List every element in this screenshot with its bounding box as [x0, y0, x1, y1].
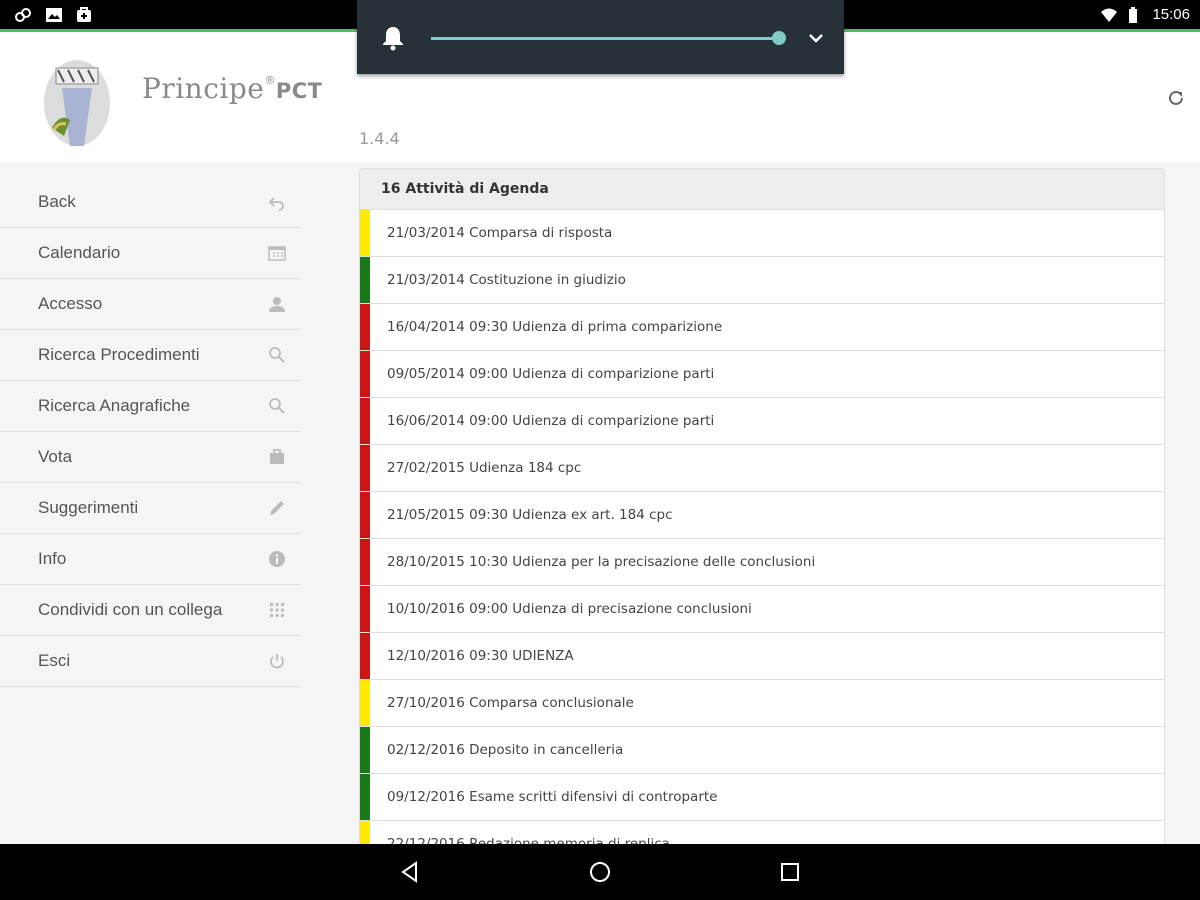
sidebar-item-calendario[interactable]: Calendario [0, 228, 300, 279]
brand-logotype: Principe®PCT [142, 72, 322, 105]
agenda-row[interactable]: 12/10/2016 09:30 UDIENZA [360, 633, 1164, 680]
pencil-icon [270, 501, 284, 515]
agenda-header: 16 Attività di Agenda [360, 169, 1164, 210]
volume-popup [357, 0, 844, 74]
brand-name: Principe [142, 72, 265, 105]
briefcase-icon [270, 449, 284, 464]
agenda-row[interactable]: 16/04/2014 09:30 Udienza di prima compar… [360, 304, 1164, 351]
sidebar-item-vota[interactable]: Vota [0, 432, 300, 483]
sidebar-item-back[interactable]: Back [0, 177, 300, 228]
agenda-row-text: 09/05/2014 09:00 Udienza di comparizione… [387, 366, 715, 382]
bell-icon[interactable] [381, 25, 405, 51]
agenda-row-text: 21/03/2014 Costituzione in giudizio [387, 272, 626, 288]
info-icon [269, 551, 285, 567]
sidebar-item-suggerimenti[interactable]: Suggerimenti [0, 483, 300, 534]
sidebar-item-label: Accesso [38, 294, 103, 313]
agenda-row-text: 28/10/2015 10:30 Udienza per la precisaz… [387, 554, 816, 570]
search-icon [269, 347, 285, 363]
agenda-row-text: 27/02/2015 Udienza 184 cpc [387, 460, 582, 476]
status-indicator [360, 539, 370, 585]
status-indicator [360, 351, 370, 397]
search-icon [269, 398, 285, 414]
sidebar-item-accesso[interactable]: Accesso [0, 279, 300, 330]
agenda-row[interactable]: 16/06/2014 09:00 Udienza di comparizione… [360, 398, 1164, 445]
user-icon [269, 297, 285, 312]
agenda-row[interactable]: 27/10/2016 Comparsa conclusionale [360, 680, 1164, 727]
agenda-row[interactable]: 02/12/2016 Deposito in cancelleria [360, 727, 1164, 774]
back-icon[interactable] [398, 860, 422, 884]
agenda-row[interactable]: 21/03/2014 Comparsa di risposta [360, 210, 1164, 257]
agenda-row-text: 12/10/2016 09:30 UDIENZA [387, 648, 574, 664]
sidebar-item-ricerca-anagrafiche[interactable]: Ricerca Anagrafiche [0, 381, 300, 432]
battery-icon [1129, 7, 1137, 23]
agenda-row[interactable]: 09/12/2016 Esame scritti difensivi di co… [360, 774, 1164, 821]
status-indicator [360, 445, 370, 491]
agenda-row[interactable]: 21/05/2015 09:30 Udienza ex art. 184 cpc [360, 492, 1164, 539]
app-logo [44, 60, 110, 146]
agenda-row[interactable]: 28/10/2015 10:30 Udienza per la precisaz… [360, 539, 1164, 586]
sidebar-item-label: Info [38, 549, 67, 568]
brand-suffix: PCT [275, 79, 323, 103]
sidebar-item-label: Calendario [38, 243, 121, 262]
sidebar-item-esci[interactable]: Esci [0, 636, 300, 687]
agenda-row-text: 02/12/2016 Deposito in cancelleria [387, 742, 624, 758]
app-store-icon [77, 7, 91, 22]
app-version: 1.4.4 [359, 129, 400, 148]
sidebar-item-info[interactable]: Info [0, 534, 300, 585]
undo-icon [268, 197, 284, 211]
agenda-row[interactable]: 09/05/2014 09:00 Udienza di comparizione… [360, 351, 1164, 398]
status-indicator [360, 680, 370, 726]
link-icon [15, 8, 31, 22]
sidebar-item-label: Ricerca Anagrafiche [38, 396, 191, 415]
sidebar-item-label: Vota [38, 447, 73, 466]
power-icon [270, 654, 284, 669]
sidebar-menu: Back Calendario Accesso Ricerca Procedim… [0, 177, 300, 687]
status-indicator [360, 492, 370, 538]
status-indicator [360, 398, 370, 444]
sidebar-item-label: Ricerca Procedimenti [38, 345, 200, 364]
status-indicator [360, 774, 370, 820]
status-indicator [360, 586, 370, 632]
wifi-icon [1101, 8, 1117, 22]
agenda-row-text: 21/05/2015 09:30 Udienza ex art. 184 cpc [387, 507, 673, 523]
status-indicator [360, 210, 370, 256]
refresh-icon[interactable] [1166, 88, 1186, 108]
sidebar-item-label: Esci [38, 651, 71, 670]
sidebar-item-condividi[interactable]: Condividi con un collega [0, 585, 300, 636]
registered-mark: ® [264, 74, 276, 87]
chevron-down-icon[interactable] [807, 29, 825, 47]
agenda-panel: 16 Attività di Agenda 21/03/2014 Compars… [359, 168, 1165, 858]
sidebar-item-label: Condividi con un collega [38, 600, 223, 619]
calendar-icon [268, 246, 286, 261]
clock: 15:06 [1152, 6, 1190, 23]
agenda-row-text: 10/10/2016 09:00 Udienza di precisazione… [387, 601, 752, 617]
agenda-row-text: 16/06/2014 09:00 Udienza di comparizione… [387, 413, 715, 429]
agenda-row-text: 21/03/2014 Comparsa di risposta [387, 225, 613, 241]
volume-slider-track[interactable] [431, 37, 779, 40]
agenda-row[interactable]: 10/10/2016 09:00 Udienza di precisazione… [360, 586, 1164, 633]
agenda-row[interactable]: 27/02/2015 Udienza 184 cpc [360, 445, 1164, 492]
sidebar-item-label: Suggerimenti [38, 498, 139, 517]
agenda-list: 21/03/2014 Comparsa di risposta 21/03/201… [360, 210, 1164, 857]
status-indicator [360, 257, 370, 303]
agenda-title: 16 Attività di Agenda [381, 181, 549, 197]
home-icon[interactable] [588, 860, 612, 884]
agenda-row-text: 27/10/2016 Comparsa conclusionale [387, 695, 634, 711]
grid-icon [270, 603, 284, 617]
agenda-row-text: 09/12/2016 Esame scritti difensivi di co… [387, 789, 718, 805]
sidebar-item-ricerca-procedimenti[interactable]: Ricerca Procedimenti [0, 330, 300, 381]
status-indicator [360, 633, 370, 679]
sidebar-item-label: Back [38, 192, 76, 211]
navigation-bar [0, 844, 1200, 900]
recents-icon[interactable] [778, 860, 802, 884]
agenda-row[interactable]: 21/03/2014 Costituzione in giudizio [360, 257, 1164, 304]
volume-slider-thumb[interactable] [772, 31, 786, 45]
image-icon [46, 8, 62, 22]
status-indicator [360, 727, 370, 773]
status-indicator [360, 304, 370, 350]
agenda-row-text: 16/04/2014 09:30 Udienza di prima compar… [387, 319, 723, 335]
